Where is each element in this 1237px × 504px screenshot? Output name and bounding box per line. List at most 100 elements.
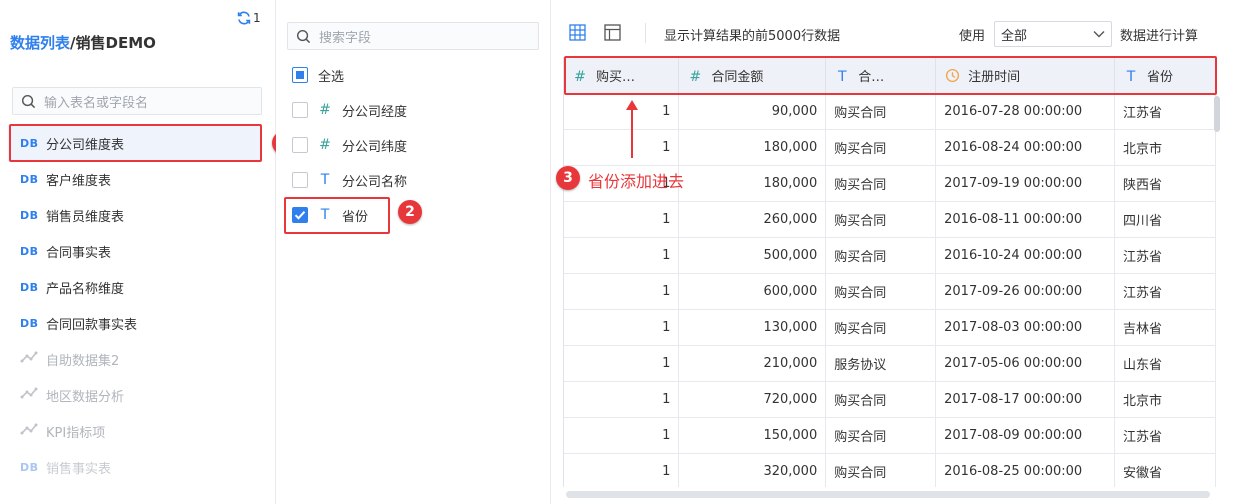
cell-province[interactable]: 山东省	[1114, 345, 1216, 382]
cell-register-time[interactable]: 2017-08-09 00:00:00	[935, 417, 1116, 454]
table-row: 1 720,000 购买合同 2017-08-17 00:00:00 北京市	[564, 381, 1216, 418]
cell-province[interactable]: 江苏省	[1114, 237, 1216, 274]
table-item-customer-dimension[interactable]: DB 客户维度表	[8, 161, 262, 197]
table-item-label: 销售员维度表	[46, 209, 125, 225]
cell-register-time[interactable]: 2016-10-24 00:00:00	[935, 237, 1116, 274]
cell-purchase[interactable]: 1	[564, 201, 680, 238]
cell-contract-type[interactable]: 购买合同	[825, 273, 937, 310]
cell-purchase[interactable]: 1	[564, 453, 680, 487]
cell-province[interactable]: 陕西省	[1114, 165, 1216, 202]
table-search-input[interactable]: 输入表名或字段名	[12, 87, 262, 115]
cell-purchase[interactable]: 1	[564, 237, 680, 274]
table-item-region-analysis[interactable]: 地区数据分析	[8, 377, 262, 413]
field-item-branch-name[interactable]: T 分公司名称	[292, 165, 407, 195]
select-all-checkbox[interactable]: 全选	[292, 60, 344, 90]
table-row: 1 180,000 购买合同 2016-08-24 00:00:00 北京市	[564, 129, 1216, 166]
sync-button[interactable]: 1	[236, 10, 261, 26]
cell-contract-type[interactable]: 购买合同	[825, 453, 937, 487]
breadcrumb-root[interactable]: 数据列表	[10, 34, 70, 52]
cell-contract-type[interactable]: 购买合同	[825, 93, 937, 130]
cell-purchase[interactable]: 1	[564, 345, 680, 382]
cell-purchase[interactable]: 1	[564, 93, 680, 130]
table-item-kpi[interactable]: KPI指标项	[8, 413, 262, 449]
checkbox-icon[interactable]	[292, 137, 308, 153]
sync-count: 1	[253, 11, 261, 25]
field-search-input[interactable]: 搜索字段	[287, 22, 539, 50]
cell-province[interactable]: 江苏省	[1114, 273, 1216, 310]
cell-province[interactable]: 四川省	[1114, 201, 1216, 238]
table-item-salesperson-dimension[interactable]: DB 销售员维度表	[8, 197, 262, 233]
chevron-down-icon	[1093, 31, 1105, 38]
table-item-sales-fact[interactable]: DB 销售事实表	[8, 449, 262, 485]
db-icon: DB	[20, 280, 39, 294]
table-row: 1 260,000 购买合同 2016-08-11 00:00:00 四川省	[564, 201, 1216, 238]
cell-contract-type[interactable]: 购买合同	[825, 165, 937, 202]
cell-register-time[interactable]: 2017-05-06 00:00:00	[935, 345, 1116, 382]
table-row: 1 600,000 购买合同 2017-09-26 00:00:00 江苏省	[564, 273, 1216, 310]
table-row: 1 500,000 购买合同 2016-10-24 00:00:00 江苏省	[564, 237, 1216, 274]
db-icon: DB	[20, 172, 39, 186]
horizontal-scrollbar[interactable]	[566, 491, 1210, 498]
cell-contract-amount[interactable]: 320,000	[678, 453, 827, 487]
cell-contract-type[interactable]: 购买合同	[825, 201, 937, 238]
table-item-product-name-dimension[interactable]: DB 产品名称维度	[8, 269, 262, 305]
cell-purchase[interactable]: 1	[564, 381, 680, 418]
cell-contract-amount[interactable]: 130,000	[678, 309, 827, 346]
cell-contract-amount[interactable]: 180,000	[678, 165, 827, 202]
cell-province[interactable]: 北京市	[1114, 381, 1216, 418]
field-item-branch-longitude[interactable]: # 分公司经度	[292, 95, 407, 125]
table-item-contract-fact[interactable]: DB 合同事实表	[8, 233, 262, 269]
cell-province[interactable]: 吉林省	[1114, 309, 1216, 346]
cell-contract-amount[interactable]: 260,000	[678, 201, 827, 238]
preview-limit-text: 显示计算结果的前5000行数据	[664, 29, 841, 44]
cell-contract-amount[interactable]: 180,000	[678, 129, 827, 166]
cell-register-time[interactable]: 2017-08-03 00:00:00	[935, 309, 1116, 346]
db-icon: DB	[20, 460, 39, 474]
cell-register-time[interactable]: 2017-08-17 00:00:00	[935, 381, 1116, 418]
cell-purchase[interactable]: 1	[564, 273, 680, 310]
cell-contract-amount[interactable]: 150,000	[678, 417, 827, 454]
cell-province[interactable]: 江苏省	[1114, 93, 1216, 130]
cell-purchase[interactable]: 1	[564, 129, 680, 166]
checkbox-icon[interactable]	[292, 102, 308, 118]
cell-purchase[interactable]: 1	[564, 417, 680, 454]
table-item-contract-payment-fact[interactable]: DB 合同回款事实表	[8, 305, 262, 341]
cell-register-time[interactable]: 2016-08-11 00:00:00	[935, 201, 1116, 238]
cell-province[interactable]: 北京市	[1114, 129, 1216, 166]
table-view-icon[interactable]	[569, 24, 586, 45]
table-item-label: 产品名称维度	[46, 281, 125, 297]
checkbox-icon[interactable]	[292, 172, 308, 188]
table-item-self-service-dataset[interactable]: 自助数据集2	[8, 341, 262, 377]
cell-province[interactable]: 安徽省	[1114, 453, 1216, 487]
cell-register-time[interactable]: 2017-09-19 00:00:00	[935, 165, 1116, 202]
cell-contract-type[interactable]: 购买合同	[825, 381, 937, 418]
cell-contract-amount[interactable]: 500,000	[678, 237, 827, 274]
toolbar-divider	[645, 23, 646, 43]
cell-contract-amount[interactable]: 600,000	[678, 273, 827, 310]
cell-province[interactable]: 江苏省	[1114, 417, 1216, 454]
cell-contract-amount[interactable]: 90,000	[678, 93, 827, 130]
db-icon: DB	[20, 316, 39, 330]
cell-contract-type[interactable]: 购买合同	[825, 129, 937, 166]
cell-register-time[interactable]: 2016-08-24 00:00:00	[935, 129, 1116, 166]
cell-register-time[interactable]: 2017-09-26 00:00:00	[935, 273, 1116, 310]
layout-view-icon[interactable]	[604, 24, 621, 45]
highlight-box-1	[9, 124, 262, 162]
vertical-scrollbar[interactable]	[1214, 96, 1220, 132]
cell-contract-amount[interactable]: 210,000	[678, 345, 827, 382]
trend-icon	[20, 422, 46, 440]
table-row: 1 130,000 购买合同 2017-08-03 00:00:00 吉林省	[564, 309, 1216, 346]
field-item-branch-latitude[interactable]: # 分公司纬度	[292, 130, 407, 160]
data-grid: # 购买… # 合同金额 T 合… 注册时间 T 省份 1 90,000 购买合同 2016-…	[563, 57, 1216, 487]
annotation-note: 省份添加进去	[588, 172, 685, 191]
cell-register-time[interactable]: 2016-07-28 00:00:00	[935, 93, 1116, 130]
cell-purchase[interactable]: 1	[564, 309, 680, 346]
cell-contract-type[interactable]: 购买合同	[825, 237, 937, 274]
table-item-label: 客户维度表	[46, 173, 112, 189]
cell-contract-type[interactable]: 购买合同	[825, 309, 937, 346]
scope-select[interactable]: 全部	[994, 21, 1112, 47]
cell-contract-type[interactable]: 购买合同	[825, 417, 937, 454]
cell-contract-type[interactable]: 服务协议	[825, 345, 937, 382]
cell-contract-amount[interactable]: 720,000	[678, 381, 827, 418]
cell-register-time[interactable]: 2016-08-25 00:00:00	[935, 453, 1116, 487]
